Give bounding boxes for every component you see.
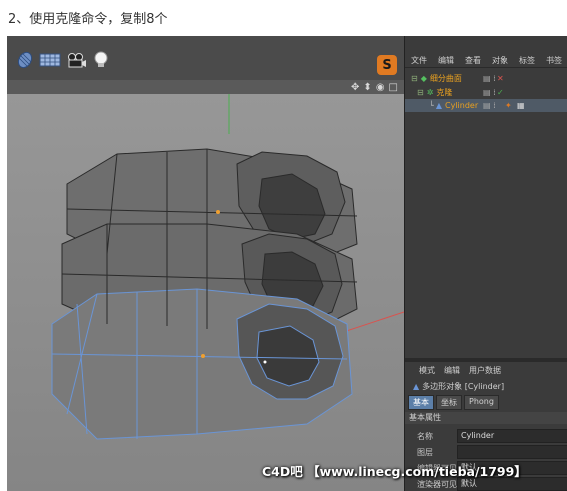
- c4d-window: S ✥ ⬍ ◉ □ 文件 编辑 查看 对象 标签 书签 ⊟ ◆ 细分曲面 ▤ ⁞…: [7, 36, 567, 491]
- tab-basic[interactable]: 基本: [408, 395, 434, 410]
- s-logo-icon[interactable]: S: [377, 55, 397, 75]
- enabled-check-icon[interactable]: ✓: [497, 88, 504, 97]
- visibility-toggle-icon[interactable]: ▤ ⁞: [483, 88, 496, 97]
- disabled-x-icon[interactable]: ✕: [497, 74, 504, 83]
- viewport-nav-icons: ✥ ⬍ ◉ □: [351, 80, 398, 94]
- object-row-subdivision[interactable]: ⊟ ◆ 细分曲面 ▤ ⁞ ✕: [405, 72, 567, 85]
- menu-bookmarks[interactable]: 书签: [546, 55, 562, 66]
- phong-tag-icon[interactable]: ✦: [505, 101, 512, 110]
- pivot-dot-front: [263, 360, 267, 364]
- object-name: Cylinder: [444, 101, 479, 110]
- viewport-toolbar: S: [7, 36, 404, 81]
- plane-grid-icon[interactable]: [37, 49, 63, 71]
- menu-objects[interactable]: 对象: [492, 55, 508, 66]
- polygon-object-icon: ▲: [435, 101, 442, 110]
- tab-coord[interactable]: 坐标: [436, 395, 462, 410]
- move-view-icon[interactable]: ✥: [351, 82, 359, 93]
- tree-line-icon: └: [429, 101, 434, 110]
- tree-expand-icon[interactable]: ⊟: [417, 88, 424, 97]
- object-name: 细分曲面: [429, 74, 462, 83]
- menu-edit[interactable]: 编辑: [438, 55, 454, 66]
- attribute-title: ▲ 多边形对象 [Cylinder]: [413, 381, 504, 392]
- menu-mode[interactable]: 模式: [419, 365, 435, 376]
- attribute-tabs: 基本 坐标 Phong: [405, 395, 499, 410]
- menu-tags[interactable]: 标签: [519, 55, 535, 66]
- field-layer: 图层: [405, 445, 567, 459]
- field-label: 图层: [417, 448, 433, 457]
- menu-file[interactable]: 文件: [411, 55, 427, 66]
- tree-expand-icon[interactable]: ⊟: [411, 74, 418, 83]
- 3d-viewport[interactable]: [7, 94, 404, 491]
- menu-view[interactable]: 查看: [465, 55, 481, 66]
- object-name: 克隆: [436, 88, 453, 97]
- light-bulb-icon[interactable]: [89, 49, 113, 71]
- front-clone-wireframe: [51, 288, 353, 440]
- tab-phong[interactable]: Phong: [464, 395, 499, 410]
- visibility-toggle-icon[interactable]: ▤ ⁞: [483, 101, 496, 110]
- cloner-icon: ✲: [426, 88, 434, 97]
- menu-user-data[interactable]: 用户数据: [469, 365, 501, 376]
- pivot-dot-bottom: [201, 354, 205, 358]
- cube-icon[interactable]: [13, 49, 37, 71]
- maximize-view-icon[interactable]: □: [389, 82, 398, 93]
- pivot-dot-top: [216, 210, 220, 214]
- object-row-cylinder[interactable]: └ ▲ Cylinder ▤ ⁞ ✦ ▦: [405, 99, 567, 112]
- menu-edit[interactable]: 编辑: [444, 365, 460, 376]
- checker-tag-icon[interactable]: ▦: [517, 101, 525, 110]
- polygon-object-icon: ▲: [413, 382, 420, 391]
- scroll-view-icon[interactable]: ⬍: [363, 82, 371, 93]
- attribute-manager-menu: 模式 编辑 用户数据: [405, 363, 567, 377]
- viewport-subbar: ✥ ⬍ ◉ □: [7, 80, 404, 94]
- subdivision-icon: ◆: [420, 74, 427, 83]
- visibility-toggle-icon[interactable]: ▤ ⁞: [483, 74, 496, 83]
- field-label: 名称: [417, 432, 433, 441]
- right-panel: 文件 编辑 查看 对象 标签 书签 ⊟ ◆ 细分曲面 ▤ ⁞ ✕ ⊟ ✲ 克隆 …: [404, 36, 567, 491]
- tutorial-caption: 2、使用克隆命令，复制8个: [8, 12, 168, 27]
- section-header: 基本属性: [405, 412, 567, 424]
- name-input[interactable]: Cylinder: [457, 429, 567, 443]
- watermark-text: C4D吧 【www.linecg.com/tieba/1799】: [262, 464, 527, 479]
- attribute-title-text: 多边形对象 [Cylinder]: [422, 382, 505, 391]
- field-name: 名称 Cylinder: [405, 429, 567, 443]
- field-label: 渲染器可见: [417, 480, 457, 489]
- rotate-view-icon[interactable]: ◉: [376, 82, 385, 93]
- object-manager-menu: 文件 编辑 查看 对象 标签 书签: [405, 54, 567, 68]
- panel-divider[interactable]: [405, 358, 567, 362]
- object-row-cloner[interactable]: ⊟ ✲ 克隆 ▤ ⁞ ✓: [405, 86, 567, 99]
- camera-icon[interactable]: [65, 49, 89, 71]
- layer-input[interactable]: [457, 445, 567, 459]
